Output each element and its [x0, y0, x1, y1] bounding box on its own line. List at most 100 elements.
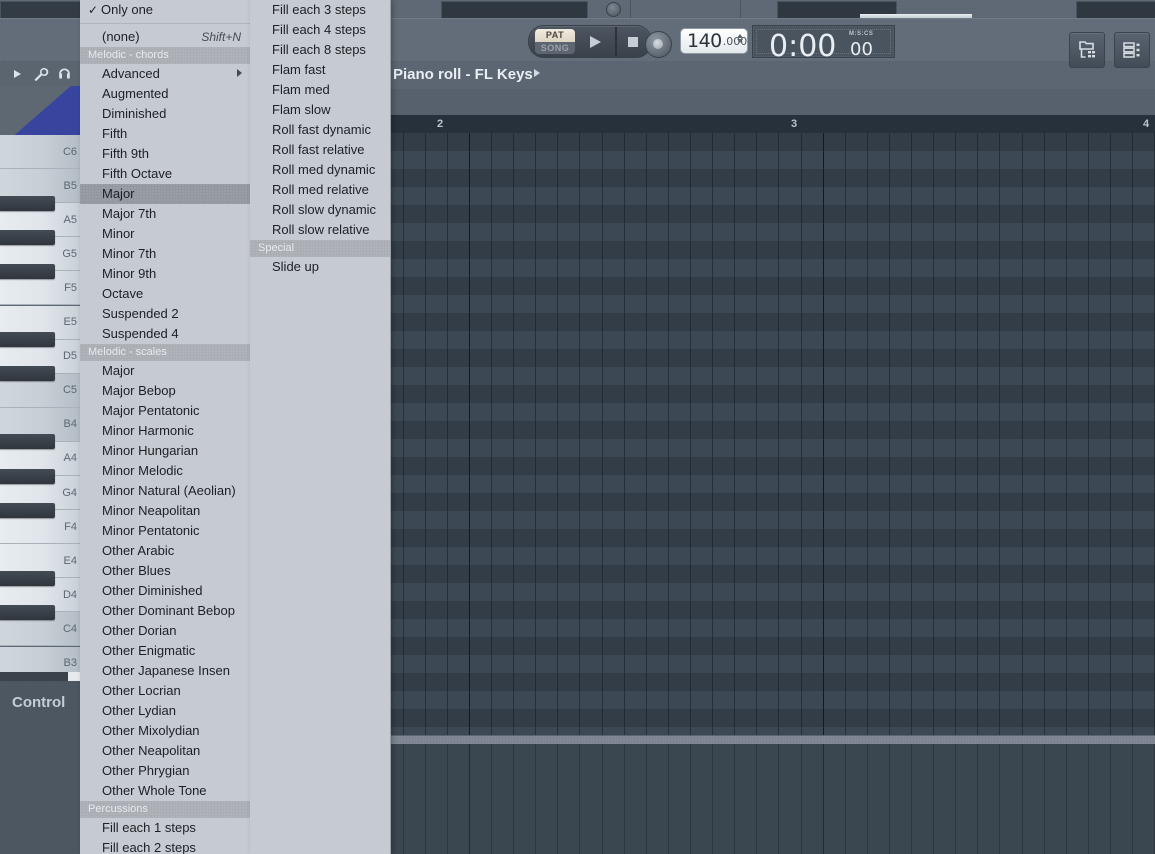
- menu-item-minor-9th[interactable]: Minor 9th: [80, 264, 250, 284]
- menu-item-minor-7th[interactable]: Minor 7th: [80, 244, 250, 264]
- menu-item-suspended-4[interactable]: Suspended 4: [80, 324, 250, 344]
- menu-item-label: Major 7th: [102, 206, 157, 221]
- piano-key-black[interactable]: [0, 229, 55, 245]
- menu-item-fifth-9th[interactable]: Fifth 9th: [80, 144, 250, 164]
- piano-keyboard[interactable]: C6 B5 A5 G5 F5 E5 D5 C5 B4 A4 G4 F4 E4 D4 C4 B3: [0, 135, 80, 681]
- playlist-view-button[interactable]: [1114, 32, 1150, 68]
- menu-item-major[interactable]: Major: [80, 184, 250, 204]
- control-panel-toggle[interactable]: [68, 672, 80, 681]
- menu-item-fill-each-3-steps[interactable]: Fill each 3 steps: [250, 0, 390, 20]
- piano-roll-titlebar[interactable]: Piano roll - FL Keys: [386, 60, 1155, 89]
- grid-beat-line: [977, 133, 978, 735]
- menu-item-other-phrygian[interactable]: Other Phrygian: [80, 761, 250, 781]
- menu-item-other-lydian[interactable]: Other Lydian: [80, 701, 250, 721]
- tempo-spinner[interactable]: [737, 33, 744, 49]
- menu-item-octave[interactable]: Octave: [80, 284, 250, 304]
- menu-item-other-blues[interactable]: Other Blues: [80, 561, 250, 581]
- piano-key-black[interactable]: [0, 502, 55, 518]
- menu-item-roll-slow-dynamic[interactable]: Roll slow dynamic: [250, 200, 390, 220]
- piano-key-black[interactable]: [0, 366, 55, 382]
- spinner-up-icon[interactable]: [737, 34, 743, 38]
- piano-key-black[interactable]: [0, 195, 55, 211]
- wrench-icon[interactable]: [32, 66, 49, 83]
- menu-item-other-dominant-bebop[interactable]: Other Dominant Bebop: [80, 601, 250, 621]
- strip-knob[interactable]: [606, 2, 621, 17]
- grid-row: [386, 241, 1155, 259]
- menu-item-minor-melodic[interactable]: Minor Melodic: [80, 461, 250, 481]
- menu-item-flam-fast[interactable]: Flam fast: [250, 60, 390, 80]
- menu-item-suspended-2[interactable]: Suspended 2: [80, 304, 250, 324]
- menu-item-minor-hungarian[interactable]: Minor Hungarian: [80, 441, 250, 461]
- play-triangle-icon[interactable]: [14, 70, 21, 78]
- menu-item-other-enigmatic[interactable]: Other Enigmatic: [80, 641, 250, 661]
- strip-panel-left[interactable]: [0, 1, 82, 19]
- menu-item-other-arabic[interactable]: Other Arabic: [80, 541, 250, 561]
- play-button[interactable]: [581, 29, 613, 54]
- menu-item-fill-each-4-steps[interactable]: Fill each 4 steps: [250, 20, 390, 40]
- menu-item-augmented[interactable]: Augmented: [80, 84, 250, 104]
- menu-item-other-whole-tone[interactable]: Other Whole Tone: [80, 781, 250, 801]
- menu-item-flam-med[interactable]: Flam med: [250, 80, 390, 100]
- menu-item-roll-med-relative[interactable]: Roll med relative: [250, 180, 390, 200]
- headphones-icon[interactable]: [56, 66, 73, 83]
- menu-item-major[interactable]: Major: [80, 361, 250, 381]
- menu-item-fill-each-1-steps[interactable]: Fill each 1 steps: [80, 818, 250, 838]
- piano-key-label: D4: [62, 588, 77, 601]
- menu-item-other-dorian[interactable]: Other Dorian: [80, 621, 250, 641]
- menu-item-roll-med-dynamic[interactable]: Roll med dynamic: [250, 160, 390, 180]
- browser-snap-button[interactable]: [1069, 32, 1105, 68]
- menu-item-major-pentatonic[interactable]: Major Pentatonic: [80, 401, 250, 421]
- song-mode-label[interactable]: SONG: [535, 42, 575, 54]
- menu-item-other-neapolitan[interactable]: Other Neapolitan: [80, 741, 250, 761]
- tempo-field[interactable]: 140 .000: [680, 28, 748, 54]
- menu-item-minor-natural-aeolian[interactable]: Minor Natural (Aeolian): [80, 481, 250, 501]
- strip-panel[interactable]: [1076, 1, 1155, 19]
- menu-item-label: Other Blues: [102, 563, 171, 578]
- menu-item-major-bebop[interactable]: Major Bebop: [80, 381, 250, 401]
- menu-item-slide-up[interactable]: Slide up: [250, 257, 390, 277]
- piano-key-black[interactable]: [0, 263, 55, 279]
- menu-item-diminished[interactable]: Diminished: [80, 104, 250, 124]
- piano-key-black[interactable]: [0, 604, 55, 620]
- pattern-song-toggle[interactable]: PAT SONG: [535, 29, 575, 54]
- chevron-right-icon[interactable]: [534, 69, 540, 77]
- menu-item-flam-slow[interactable]: Flam slow: [250, 100, 390, 120]
- menu-item-fifth-octave[interactable]: Fifth Octave: [80, 164, 250, 184]
- piano-roll-event-editor[interactable]: [386, 744, 1155, 854]
- pattern-clip[interactable]: [14, 86, 80, 135]
- menu-item-other-diminished[interactable]: Other Diminished: [80, 581, 250, 601]
- piano-key-black[interactable]: [0, 570, 55, 586]
- menu-item-roll-fast-relative[interactable]: Roll fast relative: [250, 140, 390, 160]
- menu-item-fill-each-2-steps[interactable]: Fill each 2 steps: [80, 838, 250, 854]
- menu-item-other-japanese-insen[interactable]: Other Japanese Insen: [80, 661, 250, 681]
- piano-key-C6[interactable]: C6: [0, 135, 80, 170]
- menu-item-other-mixolydian[interactable]: Other Mixolydian: [80, 721, 250, 741]
- stamp-menu-column-2[interactable]: Fill each 3 steps Fill each 4 steps Fill e…: [250, 0, 391, 854]
- pat-mode-label[interactable]: PAT: [535, 29, 575, 42]
- menu-item-minor-harmonic[interactable]: Minor Harmonic: [80, 421, 250, 441]
- stamp-menu-column-1[interactable]: ✓ Only one (none) Shift+N Melodic - chords Ad…: [80, 0, 251, 854]
- grid-beat-line: [557, 133, 558, 735]
- menu-item-other-locrian[interactable]: Other Locrian: [80, 681, 250, 701]
- piano-key-black[interactable]: [0, 434, 55, 450]
- menu-item-fill-each-8-steps[interactable]: Fill each 8 steps: [250, 40, 390, 60]
- strip-panel[interactable]: [441, 1, 588, 19]
- spinner-down-icon[interactable]: [737, 39, 743, 43]
- menu-item-only-one[interactable]: ✓ Only one: [80, 0, 250, 20]
- menu-item-roll-slow-relative[interactable]: Roll slow relative: [250, 220, 390, 240]
- menu-item-fifth[interactable]: Fifth: [80, 124, 250, 144]
- grid-beat-line: [1066, 133, 1067, 735]
- menu-item-major-7th[interactable]: Major 7th: [80, 204, 250, 224]
- menu-item-minor-neapolitan[interactable]: Minor Neapolitan: [80, 501, 250, 521]
- menu-item-advanced[interactable]: Advanced: [80, 64, 250, 84]
- piano-roll-note-grid[interactable]: [386, 133, 1155, 735]
- menu-item-minor[interactable]: Minor: [80, 224, 250, 244]
- piano-roll-timeline-ruler[interactable]: 2 3 4: [386, 115, 1155, 133]
- piano-key-black[interactable]: [0, 468, 55, 484]
- menu-item-minor-pentatonic[interactable]: Minor Pentatonic: [80, 521, 250, 541]
- record-button[interactable]: [645, 31, 672, 58]
- piano-key-black[interactable]: [0, 332, 55, 348]
- menu-item-none[interactable]: (none) Shift+N: [80, 27, 250, 47]
- menu-item-roll-fast-dynamic[interactable]: Roll fast dynamic: [250, 120, 390, 140]
- menu-item-label: Fifth 9th: [102, 146, 149, 161]
